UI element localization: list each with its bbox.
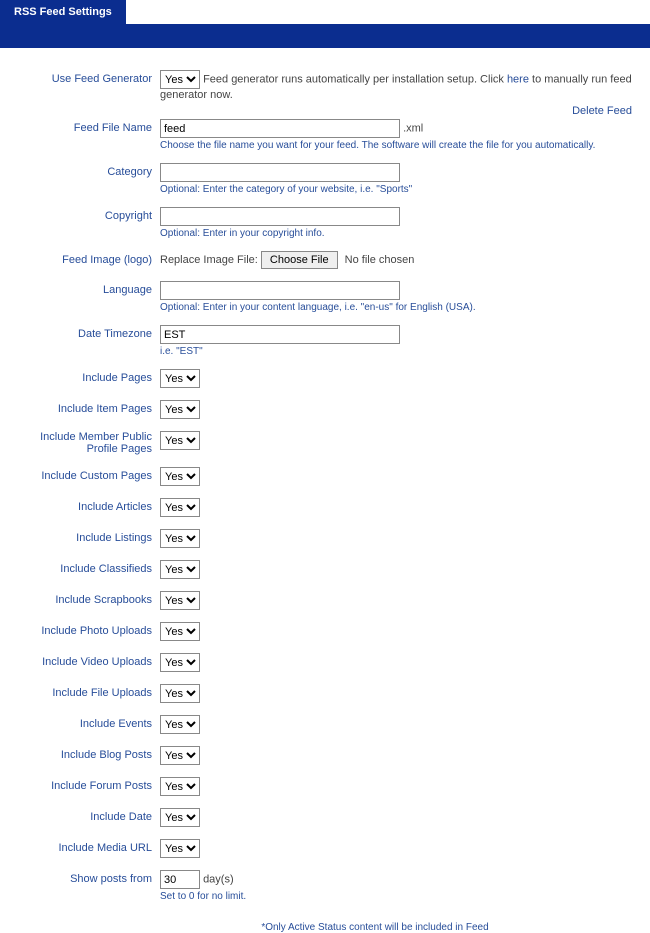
include-date-select[interactable]: Yes	[160, 808, 200, 827]
include-item-pages-select[interactable]: Yes	[160, 400, 200, 419]
include-articles-label: Include Articles	[0, 498, 160, 513]
include-custom-pages-label: Include Custom Pages	[0, 467, 160, 482]
tab-rss-feed-settings[interactable]: RSS Feed Settings	[0, 0, 126, 24]
include-member-profile-label: Include Member Public Profile Pages	[0, 431, 160, 455]
run-feed-generator-link[interactable]: here	[507, 74, 529, 86]
footer-note: *Only Active Status content will be incl…	[0, 922, 650, 933]
feed-file-name-label: Feed File Name	[0, 119, 160, 134]
include-blog-posts-select[interactable]: Yes	[160, 746, 200, 765]
tab-row: RSS Feed Settings	[0, 0, 650, 24]
include-articles-select[interactable]: Yes	[160, 498, 200, 517]
replace-image-file-label: Replace Image File:	[160, 254, 258, 266]
include-classifieds-select[interactable]: Yes	[160, 560, 200, 579]
include-scrapbooks-label: Include Scrapbooks	[0, 591, 160, 606]
include-file-uploads-label: Include File Uploads	[0, 684, 160, 699]
date-timezone-hint: i.e. "EST"	[160, 346, 650, 357]
include-media-url-label: Include Media URL	[0, 839, 160, 854]
include-events-select[interactable]: Yes	[160, 715, 200, 734]
copyright-label: Copyright	[0, 207, 160, 222]
feed-file-name-hint: Choose the file name you want for your f…	[160, 140, 650, 151]
include-video-uploads-select[interactable]: Yes	[160, 653, 200, 672]
show-posts-from-label: Show posts from	[0, 870, 160, 885]
category-input[interactable]	[160, 163, 400, 182]
include-listings-select[interactable]: Yes	[160, 529, 200, 548]
include-video-uploads-label: Include Video Uploads	[0, 653, 160, 668]
date-timezone-input[interactable]	[160, 325, 400, 344]
use-feed-generator-desc-prefix: Feed generator runs automatically per in…	[203, 74, 507, 86]
show-posts-from-suffix: day(s)	[203, 874, 234, 886]
include-events-label: Include Events	[0, 715, 160, 730]
include-custom-pages-select[interactable]: Yes	[160, 467, 200, 486]
include-forum-posts-label: Include Forum Posts	[0, 777, 160, 792]
include-photo-uploads-label: Include Photo Uploads	[0, 622, 160, 637]
copyright-hint: Optional: Enter in your copyright info.	[160, 228, 650, 239]
include-scrapbooks-select[interactable]: Yes	[160, 591, 200, 610]
include-item-pages-label: Include Item Pages	[0, 400, 160, 415]
use-feed-generator-label: Use Feed Generator	[0, 70, 160, 85]
show-posts-from-hint: Set to 0 for no limit.	[160, 891, 650, 902]
include-photo-uploads-select[interactable]: Yes	[160, 622, 200, 641]
include-listings-label: Include Listings	[0, 529, 160, 544]
category-label: Category	[0, 163, 160, 178]
feed-file-name-suffix: .xml	[403, 123, 423, 135]
include-blog-posts-label: Include Blog Posts	[0, 746, 160, 761]
copyright-input[interactable]	[160, 207, 400, 226]
header-bar	[0, 24, 650, 48]
include-classifieds-label: Include Classifieds	[0, 560, 160, 575]
language-label: Language	[0, 281, 160, 296]
feed-file-name-input[interactable]	[160, 119, 400, 138]
language-hint: Optional: Enter in your content language…	[160, 302, 650, 313]
include-pages-label: Include Pages	[0, 369, 160, 384]
no-file-chosen-label: No file chosen	[345, 254, 415, 266]
include-forum-posts-select[interactable]: Yes	[160, 777, 200, 796]
include-media-url-select[interactable]: Yes	[160, 839, 200, 858]
date-timezone-label: Date Timezone	[0, 325, 160, 340]
form-area: Use Feed Generator Yes Feed generator ru…	[0, 48, 650, 933]
include-file-uploads-select[interactable]: Yes	[160, 684, 200, 703]
include-pages-select[interactable]: Yes	[160, 369, 200, 388]
language-input[interactable]	[160, 281, 400, 300]
category-hint: Optional: Enter the category of your web…	[160, 184, 650, 195]
show-posts-from-input[interactable]	[160, 870, 200, 889]
use-feed-generator-select[interactable]: Yes	[160, 70, 200, 89]
include-member-profile-select[interactable]: Yes	[160, 431, 200, 450]
choose-file-button[interactable]: Choose File	[261, 251, 338, 269]
delete-feed-link[interactable]: Delete Feed	[572, 105, 632, 117]
include-date-label: Include Date	[0, 808, 160, 823]
feed-image-label: Feed Image (logo)	[0, 251, 160, 266]
